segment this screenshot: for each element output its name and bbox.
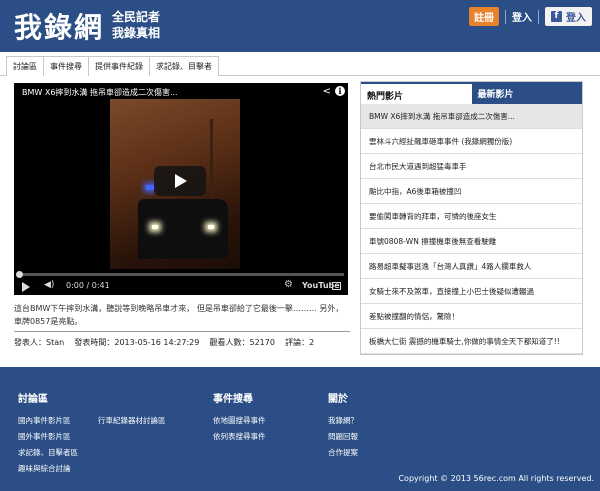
volume-icon[interactable]: ◀) [44,280,54,290]
copyright-text: Copyright © 2013 56rec.com All rights re… [398,474,594,483]
time-label: 發表時間： [74,338,115,347]
list-item[interactable]: 板橋大仁街 震撼的機車騎士,你做的事情全天下都知道了!! [361,329,582,354]
author-label: 發表人： [14,338,46,347]
tab-forum[interactable]: 討論區 [6,56,44,76]
post-meta: 發表人：Stan 發表時間：2013-05-16 14:27:29 觀看人數：5… [14,337,314,348]
tab-seek-witness[interactable]: 求記錄、目擊者 [149,56,219,76]
video-list: BMW X6摔到水溝 拖吊車卻造成二次傷害... 雲林斗六經扯飆車砸車事件 (我… [361,104,582,354]
sidebar-tabs: 熱門影片 最新影片 [361,82,582,104]
footer-link[interactable]: 趣味與綜合討論 [18,463,71,474]
footer-link[interactable]: 行車紀錄器材討論區 [98,415,166,426]
footer-about-title: 關於 [328,394,348,405]
site-header: 我錄網 全民記者 我錄真相 註冊 登入 f 登入 [0,0,600,52]
progress-bar[interactable] [18,273,344,276]
footer-link[interactable]: 國內事件影片區 [18,415,71,426]
divider [14,331,350,332]
slogan-line-1: 全民記者 [112,10,161,24]
frame-pole [210,119,213,209]
footer-link[interactable]: 依地圖搜尋事件 [213,415,266,426]
site-logo[interactable]: 我錄網 [14,6,104,46]
frame-headlight [152,225,158,229]
nav-tabs: 討論區 事件搜尋 提供事件紀錄 求記錄、目擊者 [6,56,219,76]
frame-headlight [208,225,214,229]
site-slogan: 全民記者 我錄真相 [112,9,160,41]
list-item[interactable]: 台北市民大道遇到超猛毒車手 [361,154,582,179]
play-button[interactable] [154,166,206,196]
list-item[interactable]: 女騎士來不及煞車，直接撞上小巴士後疑似遭輾過 [361,279,582,304]
share-icon[interactable]: < [323,86,331,97]
footer-link[interactable]: 問題回報 [328,431,358,442]
video-sidebar: 熱門影片 最新影片 BMW X6摔到水溝 拖吊車卻造成二次傷害... 雲林斗六經… [360,81,583,355]
list-item[interactable]: 颱比中指，A6後車箱被撞凹 [361,179,582,204]
site-footer: 討論區 國內事件影片區 國外事件影片區 求記錄、目擊者區 趣味與綜合討論 行車紀… [0,367,600,491]
player-controls: ◀) 0:00 / 0:41 ⚙ YouTube [14,279,348,295]
info-icon[interactable]: i [335,86,345,96]
facebook-login-label: 登入 [566,13,586,24]
comments-label: 評論： [285,338,310,347]
list-item[interactable]: 差點被撞翻的情侶，驚險！ [361,304,582,329]
tab-submit-record[interactable]: 提供事件紀錄 [88,56,150,76]
play-icon[interactable] [22,282,30,292]
list-item[interactable]: 要偷闖車轉背的拜車，可憐的後座女生 [361,204,582,229]
author-name: Stan [46,338,65,347]
tab-new-videos[interactable]: 最新影片 [471,82,582,104]
footer-forum-title: 討論區 [18,394,48,405]
frame-siren [146,185,154,190]
footer-link[interactable]: 依列表搜尋事件 [213,431,266,442]
header-actions: 註冊 登入 f 登入 [469,7,592,26]
header-divider [505,9,506,24]
header-divider [538,9,539,24]
register-button[interactable]: 註冊 [469,7,499,26]
video-player[interactable]: BMW X6摔到水溝 拖吊車卻造成二次傷害... < i ◀) 0:00 / 0… [14,83,348,295]
facebook-login-button[interactable]: f 登入 [545,7,592,26]
fullscreen-icon[interactable] [332,282,341,290]
list-item[interactable]: 車號0808-WN 擦撞機車後無查看駛離 [361,229,582,254]
footer-search-title: 事件搜尋 [213,394,253,405]
post-time: 2013-05-16 14:27:29 [114,338,200,347]
progress-handle[interactable] [16,271,23,278]
footer-link[interactable]: 求記錄、目擊者區 [18,447,78,458]
tab-event-search[interactable]: 事件搜尋 [43,56,89,76]
post-description: 這台BMW下午摔到水溝，聽說等到晚略吊車才來， 但是吊車卻給了它最後一擊……… … [14,304,344,326]
footer-link[interactable]: 我錄網？ [328,415,358,426]
footer-link[interactable]: 合作提案 [328,447,358,458]
comment-count: 2 [309,338,315,347]
footer-link[interactable]: 國外事件影片區 [18,431,71,442]
tab-hot-videos[interactable]: 熱門影片 [361,82,472,104]
main-nav: 討論區 事件搜尋 提供事件紀錄 求記錄、目擊者 [0,52,600,76]
frame-car [138,199,228,259]
list-item[interactable]: 雲林斗六經扯飆車砸車事件 (我錄網獨份版) [361,129,582,154]
time-display: 0:00 / 0:41 [66,281,110,290]
facebook-icon: f [551,11,562,22]
video-title[interactable]: BMW X6摔到水溝 拖吊車卻造成二次傷害... [22,87,178,98]
list-item[interactable]: 路易超車擬事逃逸「台灣人真讚」4路人攔車救人 [361,254,582,279]
list-item[interactable]: BMW X6摔到水溝 拖吊車卻造成二次傷害... [361,104,582,129]
slogan-line-2: 我錄真相 [112,26,161,40]
gear-icon[interactable]: ⚙ [284,279,293,290]
view-count: 52170 [249,338,275,347]
views-label: 觀看人數： [209,338,250,347]
login-button[interactable]: 登入 [512,9,532,24]
